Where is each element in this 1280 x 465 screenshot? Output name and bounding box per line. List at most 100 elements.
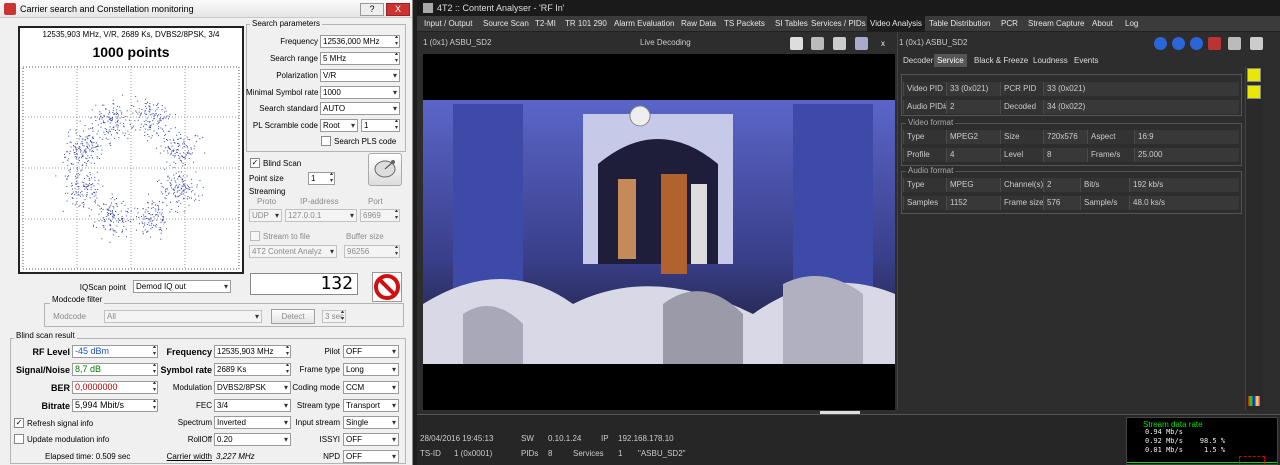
modcode-select[interactable]: All [104, 310, 262, 323]
detect-interval-input[interactable]: 3 sec [322, 310, 346, 323]
menu-log[interactable]: Log [1122, 16, 1141, 32]
iq-sample-point [137, 113, 139, 115]
iq-sample-point [83, 204, 85, 206]
bitrate-value: 5,994 Mbit/s [72, 399, 158, 412]
color-bars-icon[interactable] [1248, 396, 1260, 406]
service-view-icon[interactable] [1247, 68, 1261, 82]
spectrum-select[interactable]: Inverted [214, 416, 291, 429]
iq-sample-point [180, 171, 182, 173]
iq-sample-point [126, 236, 127, 238]
fec-select[interactable]: 3/4 [214, 399, 291, 412]
iq-sample-point [186, 191, 188, 193]
data-rate-line-1: 0.94 Mb/s [1145, 428, 1183, 436]
rolloff-select[interactable]: 0.20 [214, 433, 291, 446]
iq-sample-point [190, 147, 192, 149]
update-modulation-checkbox[interactable] [14, 434, 24, 444]
iq-sample-point [90, 127, 92, 129]
iq-sample-point [142, 233, 144, 235]
iq-sample-point [116, 205, 118, 207]
iq-sample-point [182, 165, 184, 167]
iq-sample-point [175, 196, 177, 198]
record-icon[interactable] [790, 37, 803, 50]
satellite-dish-button[interactable] [368, 153, 402, 186]
pilot-select[interactable]: OFF [343, 345, 399, 358]
frame-type-select[interactable]: Long [343, 363, 399, 376]
menu-t2-mi[interactable]: T2-MI [532, 16, 559, 32]
blind-scan-checkbox[interactable]: ✓ [250, 158, 260, 168]
menu-si-tables[interactable]: SI Tables [772, 16, 811, 32]
modulation-select[interactable]: DVBS2/8PSK [214, 381, 291, 394]
menu-ts-packets[interactable]: TS Packets [721, 16, 768, 32]
point-size-input[interactable]: 1 [308, 172, 335, 185]
polarization-select[interactable]: V/R [320, 69, 400, 82]
alarm-speaker-icon[interactable] [1208, 37, 1221, 50]
refresh-signal-checkbox[interactable]: ✓ [14, 418, 24, 428]
stream-app-select[interactable]: 4T2 Content Analyz [249, 245, 337, 258]
carrier-width-label[interactable]: Carrier width [150, 452, 212, 461]
min-symbol-rate-select[interactable]: 1000 [320, 86, 400, 99]
menu-pcr[interactable]: PCR [998, 16, 1021, 32]
pl-code-input[interactable]: 1 [361, 119, 400, 132]
coding-mode-label: Coding mode [292, 383, 340, 392]
stream-type-select[interactable]: Transport [343, 399, 399, 412]
search-range-input[interactable]: 5 MHz [320, 52, 400, 65]
iq-sample-point [121, 202, 123, 204]
iq-sample-point [153, 115, 155, 117]
close-button[interactable]: X [386, 3, 410, 16]
menu-video-analysis[interactable]: Video Analysis [867, 16, 925, 32]
port-input[interactable]: 6969 [360, 209, 400, 222]
menu-about[interactable]: About [1089, 16, 1116, 32]
tab-decoder[interactable]: Decoder [900, 54, 936, 67]
pl-mode-select[interactable]: Root [320, 119, 358, 132]
menu-source-scan[interactable]: Source Scan [480, 16, 532, 32]
speaker-icon[interactable] [811, 37, 824, 50]
issyi-select[interactable]: OFF [343, 433, 399, 446]
iq-sample-point [167, 175, 169, 177]
frequency-input[interactable]: 12536,000 MHz [320, 35, 400, 48]
monitor-icon[interactable] [855, 37, 868, 50]
iq-sample-point [86, 158, 88, 160]
iq-sample-point [168, 192, 170, 194]
stream-to-file-checkbox[interactable] [250, 231, 260, 241]
iq-sample-point [162, 219, 164, 221]
iq-sample-point [166, 161, 168, 163]
search-standard-select[interactable]: AUTO [320, 102, 400, 115]
input-stream-select[interactable]: Single [343, 416, 399, 429]
detect-button[interactable]: Detect [271, 309, 315, 324]
stop-button[interactable] [372, 272, 402, 302]
menu-tr-101-290[interactable]: TR 101 290 [562, 16, 610, 32]
iq-sample-point [98, 213, 100, 215]
tab-events[interactable]: Events [1071, 54, 1101, 67]
buffer-size-input[interactable]: 96256 [344, 245, 400, 258]
wrench-icon[interactable] [1250, 37, 1263, 50]
iq-sample-point [152, 224, 154, 226]
next-icon[interactable] [1172, 37, 1185, 50]
iq-sample-point [144, 123, 146, 125]
iq-sample-point [112, 221, 114, 223]
help-button[interactable]: ? [360, 3, 384, 16]
npd-select[interactable]: OFF [343, 450, 399, 463]
tools-icon[interactable] [833, 37, 846, 50]
menu-stream-capture[interactable]: Stream Capture [1025, 16, 1087, 32]
iq-sample-point [136, 229, 137, 231]
menu-alarm-evaluation[interactable]: Alarm Evaluation [611, 16, 677, 32]
coding-mode-select[interactable]: CCM [343, 381, 399, 394]
prev-icon[interactable] [1154, 37, 1167, 50]
video-close-button[interactable]: x [881, 39, 885, 48]
tab-loudness[interactable]: Loudness [1030, 54, 1071, 67]
iq-sample-point [146, 223, 148, 225]
ip-address-select[interactable]: 127.0.0.1 [285, 209, 357, 222]
tab-black-freeze[interactable]: Black & Freeze [971, 54, 1031, 67]
search-pls-checkbox[interactable] [321, 136, 331, 146]
proto-select[interactable]: UDP [249, 209, 282, 222]
refresh-icon[interactable] [1190, 37, 1203, 50]
tab-service[interactable]: Service [934, 54, 967, 67]
screen-icon[interactable] [1228, 37, 1241, 50]
video-view-icon[interactable] [1247, 85, 1261, 99]
menu-input-output[interactable]: Input / Output [421, 16, 475, 32]
iqscan-select[interactable]: Demod IQ out [133, 280, 231, 293]
iq-sample-point [90, 140, 91, 142]
menu-table-distribution[interactable]: Table Distribution [926, 16, 993, 32]
menu-raw-data[interactable]: Raw Data [678, 16, 719, 32]
menu-services-pids[interactable]: Services / PIDs [808, 16, 869, 32]
